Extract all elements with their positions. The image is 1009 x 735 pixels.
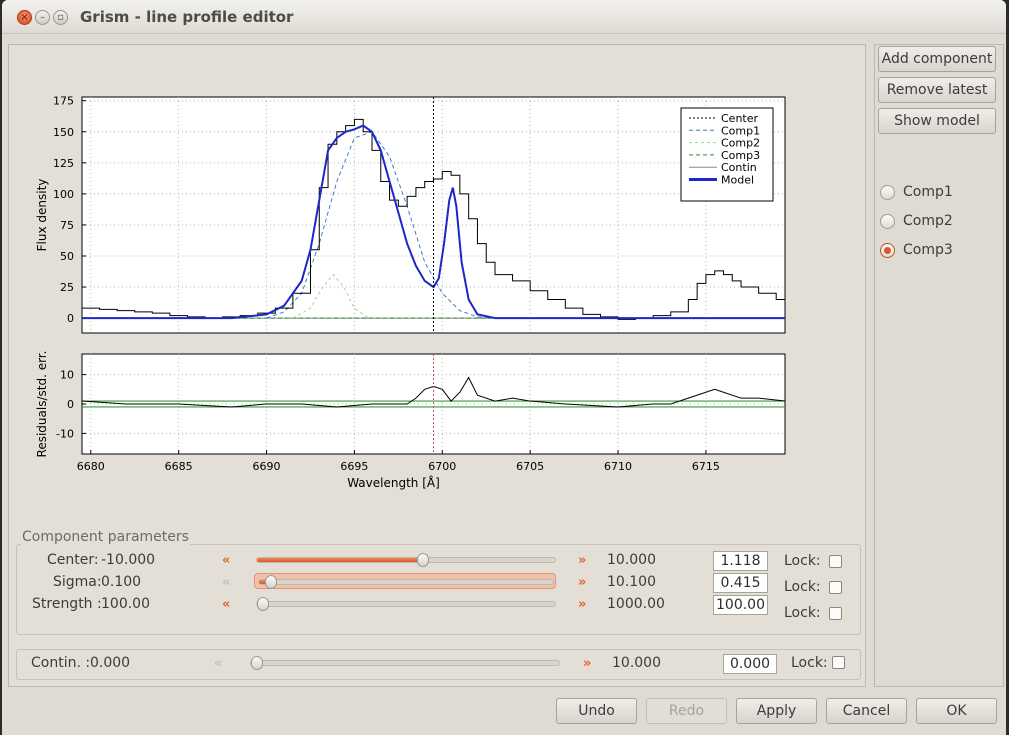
y-tick-label: 10 [60, 369, 74, 382]
flux-plot: 0255075100125150175 Flux density CenterC… [35, 95, 786, 334]
title-bar: × – ▫ Grism - line profile editor [2, 0, 1006, 34]
radio-icon [880, 214, 895, 229]
close-icon[interactable]: × [17, 10, 32, 25]
sigma-lock-label: Lock: [784, 579, 821, 595]
y-tick-label: -10 [56, 427, 74, 440]
legend-label: Center [721, 112, 759, 125]
sigma-decrease-icon[interactable]: « [222, 575, 230, 590]
radio-selected-icon [880, 243, 895, 258]
legend: CenterComp1Comp2Comp3ContinModel [680, 107, 774, 202]
center-lock-label: Lock: [784, 553, 821, 569]
residuals-plot: -10010 6680 6685 6690 6695 6700 6705 6710 6715 … [35, 351, 786, 490]
y-tick-label: 0 [67, 312, 74, 325]
contin-lock-label: Lock: [791, 655, 828, 671]
legend-label: Comp2 [721, 137, 760, 150]
strength-lock-checkbox[interactable] [829, 607, 842, 620]
sigma-value-input[interactable] [713, 573, 768, 593]
group-title: Component parameters [21, 529, 190, 545]
sigma-slider-handle[interactable] [265, 575, 277, 589]
y-tick-label: 100 [53, 188, 74, 201]
strength-max: 1000.00 [607, 596, 665, 612]
comp2-label: Comp2 [903, 213, 953, 229]
strength-value-input[interactable] [713, 595, 768, 615]
strength-slider-handle[interactable] [257, 597, 269, 611]
contin-decrease-icon[interactable]: « [214, 656, 222, 671]
maximize-icon[interactable]: ▫ [53, 10, 68, 25]
contin-lock-checkbox[interactable] [832, 656, 845, 669]
show-model-button[interactable]: Show model [878, 108, 996, 134]
minimize-icon[interactable]: – [35, 10, 50, 25]
sigma-max: 10.100 [607, 574, 656, 590]
center-decrease-icon[interactable]: « [222, 553, 230, 568]
sigma-lock-checkbox[interactable] [829, 581, 842, 594]
center-slider-handle[interactable] [417, 553, 429, 567]
x-tick-label: 6685 [165, 460, 193, 473]
x-tick-label: 6710 [604, 460, 632, 473]
center-label: Center: [47, 552, 99, 568]
remove-latest-button[interactable]: Remove latest [878, 77, 996, 103]
x-tick-label: 6690 [253, 460, 281, 473]
center-increase-icon[interactable]: » [578, 553, 586, 568]
strength-decrease-icon[interactable]: « [222, 597, 230, 612]
center-slider[interactable] [256, 553, 556, 567]
center-slider-fill [257, 558, 423, 562]
contin-label: Contin. : [31, 655, 91, 671]
center-value-input[interactable] [713, 551, 768, 571]
y-tick-label: 25 [60, 281, 74, 294]
strength-lock-label: Lock: [784, 605, 821, 621]
x-tick-label: 6695 [340, 460, 368, 473]
center-min: -10.000 [101, 552, 156, 568]
y-tick-label: 75 [60, 219, 74, 232]
redo-button[interactable]: Redo [646, 698, 727, 724]
sigma-label: Sigma: [53, 574, 102, 590]
contin-min: 0.000 [90, 655, 131, 671]
apply-button[interactable]: Apply [736, 698, 817, 724]
sigma-increase-icon[interactable]: » [578, 575, 586, 590]
comp1-label: Comp1 [903, 184, 953, 200]
window-title: Grism - line profile editor [80, 8, 294, 26]
contin-slider-handle[interactable] [251, 656, 263, 670]
undo-button[interactable]: Undo [556, 698, 637, 724]
button-bar: Undo Redo Apply Cancel OK [2, 692, 1006, 735]
strength-min: 100.00 [101, 596, 150, 612]
center-max: 10.000 [607, 552, 656, 568]
contin-value-input[interactable] [723, 654, 777, 674]
contin-increase-icon[interactable]: » [583, 656, 591, 671]
strength-slider[interactable] [256, 597, 556, 611]
center-lock-checkbox[interactable] [829, 555, 842, 568]
x-tick-label: 6700 [428, 460, 456, 473]
y-tick-label: 0 [67, 398, 74, 411]
x-tick-label: 6715 [692, 460, 720, 473]
comp3-label: Comp3 [903, 242, 953, 258]
x-tick-label: 6705 [516, 460, 544, 473]
radio-icon [880, 185, 895, 200]
y-tick-label: 150 [53, 126, 74, 139]
y-tick-label: 50 [60, 250, 74, 263]
y-tick-label: 175 [53, 95, 74, 108]
sigma-slider[interactable] [258, 575, 554, 589]
sigma-min: 0.100 [101, 574, 142, 590]
strength-label: Strength : [32, 596, 102, 612]
legend-label: Model [721, 174, 754, 187]
y-tick-label: 125 [53, 157, 74, 170]
contin-slider[interactable] [250, 656, 560, 670]
cancel-button[interactable]: Cancel [826, 698, 907, 724]
legend-label: Comp3 [721, 149, 760, 162]
residual-axis-label: Residuals/std. err. [35, 351, 49, 458]
legend-label: Contin [721, 161, 757, 174]
spectrum-chart: 0255075100125150175 Flux density CenterC… [35, 95, 786, 490]
contin-max: 10.000 [612, 655, 661, 671]
ok-button[interactable]: OK [916, 698, 997, 724]
strength-increase-icon[interactable]: » [578, 597, 586, 612]
flux-axis-label: Flux density [35, 179, 49, 252]
add-component-button[interactable]: Add component [878, 46, 996, 72]
side-panel [874, 44, 1004, 687]
editor-window: × – ▫ Grism - line profile editor 0 25 50 7… [2, 0, 1006, 735]
x-tick-label: 6680 [77, 460, 105, 473]
legend-label: Comp1 [721, 124, 760, 137]
wavelength-axis-label: Wavelength [Å] [347, 475, 440, 490]
